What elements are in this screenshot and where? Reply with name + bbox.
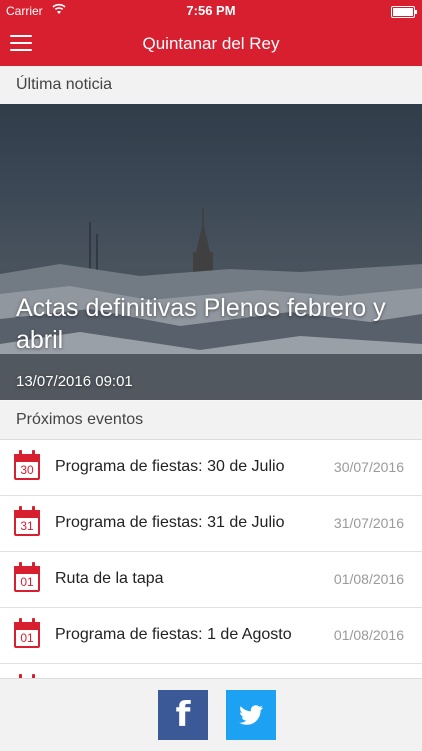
- calendar-day: 01: [20, 575, 34, 589]
- upcoming-events-header: Próximos eventos: [0, 401, 422, 440]
- status-bar: Carrier 7:56 PM: [0, 0, 422, 22]
- facebook-icon: f: [175, 695, 191, 735]
- calendar-day: 31: [20, 519, 34, 533]
- navigation-bar: Quintanar del Rey: [0, 22, 422, 66]
- event-row[interactable]: 30 Programa de fiestas: 30 de Julio 30/0…: [0, 440, 422, 496]
- event-row[interactable]: [0, 664, 422, 678]
- event-row[interactable]: 01 Programa de fiestas: 1 de Agosto 01/0…: [0, 608, 422, 664]
- event-date: 31/07/2016: [333, 515, 404, 531]
- calendar-day: 30: [20, 463, 34, 477]
- event-title: Programa de fiestas: 1 de Agosto: [55, 626, 292, 643]
- event-title: Programa de fiestas: 30 de Julio: [55, 458, 285, 475]
- battery-icon: [391, 6, 417, 18]
- twitter-icon: [239, 705, 263, 725]
- event-title: Ruta de la tapa: [55, 570, 164, 587]
- twitter-button[interactable]: [226, 690, 276, 740]
- latest-news-card[interactable]: Actas definitivas Plenos febrero y abril…: [0, 104, 422, 400]
- events-list[interactable]: 30 Programa de fiestas: 30 de Julio 30/0…: [0, 440, 422, 678]
- news-date: 13/07/2016 09:01: [16, 373, 133, 390]
- event-row[interactable]: 01 Ruta de la tapa 01/08/2016: [0, 552, 422, 608]
- clock: 7:56 PM: [186, 3, 236, 18]
- event-date: 30/07/2016: [333, 459, 404, 475]
- app-title: Quintanar del Rey: [142, 34, 280, 53]
- event-row[interactable]: 31 Programa de fiestas: 31 de Julio 31/0…: [0, 496, 422, 552]
- latest-news-header-label: Última noticia: [16, 76, 113, 93]
- social-footer: f: [0, 678, 422, 751]
- event-title: Programa de fiestas: 31 de Julio: [55, 514, 285, 531]
- latest-news-header: Última noticia: [0, 66, 422, 105]
- event-date: 01/08/2016: [333, 571, 404, 587]
- event-date: 01/08/2016: [333, 627, 404, 643]
- calendar-icon: 30: [14, 450, 40, 480]
- facebook-button[interactable]: f: [158, 690, 208, 740]
- news-title: Actas definitivas Plenos febrero y abril: [16, 294, 386, 354]
- calendar-icon: 01: [14, 618, 40, 648]
- calendar-icon: 01: [14, 562, 40, 592]
- upcoming-events-header-label: Próximos eventos: [16, 411, 144, 428]
- calendar-day: 01: [20, 631, 34, 645]
- calendar-icon: 31: [14, 506, 40, 536]
